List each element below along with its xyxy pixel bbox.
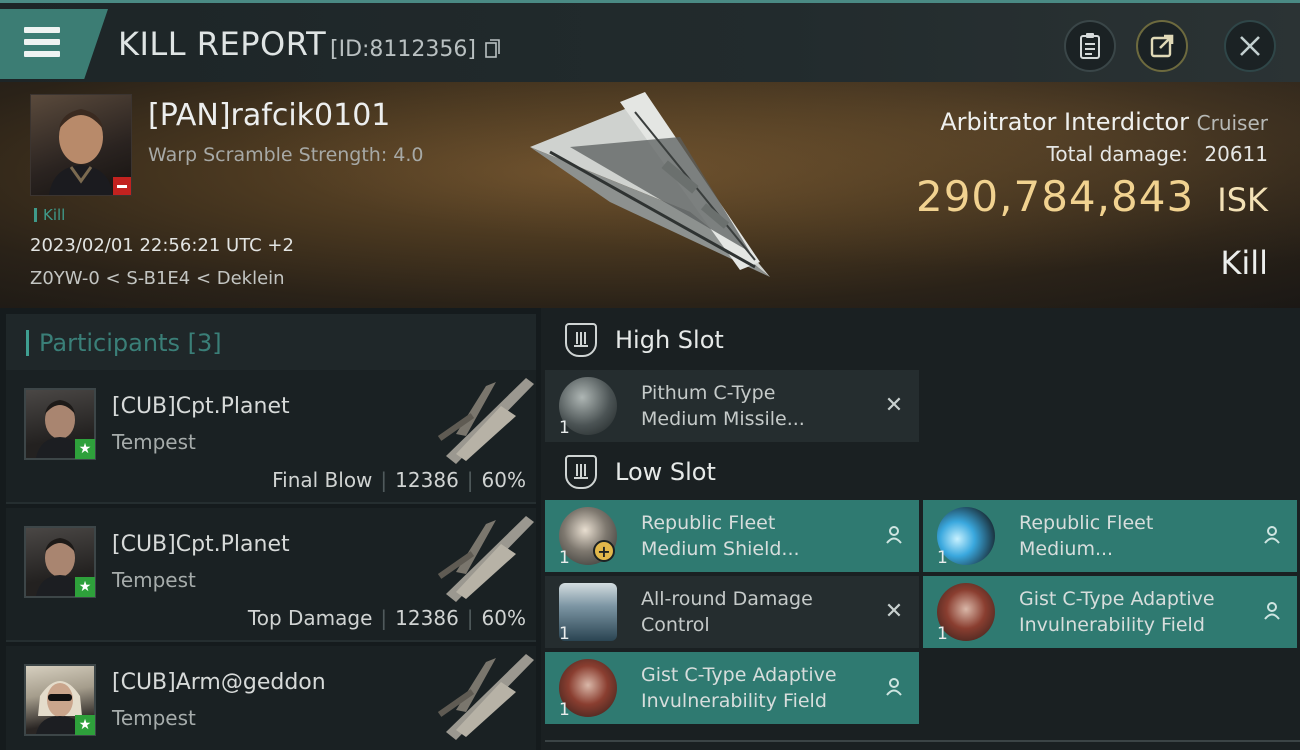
participants-header: Participants [3] (6, 314, 536, 372)
share-button[interactable] (1136, 20, 1188, 72)
top-bar: KILL REPORT [ID:8112356] (0, 0, 1300, 82)
participant-role: Final Blow (272, 468, 373, 492)
low-slot-icon (565, 455, 597, 489)
participant-ship-image (437, 654, 534, 740)
participants-panel: Participants [3] ★ [CUB]Cpt.Planet Tempe… (0, 308, 541, 750)
dropped-person-icon (883, 676, 905, 698)
kill-result-label: Kill (1220, 244, 1268, 282)
total-damage: Total damage: 20611 (1047, 142, 1268, 166)
module-item[interactable]: + 1 Republic Fleet Medium Shield... (545, 500, 919, 572)
dropped-person-icon (1261, 524, 1283, 546)
participant-damage: 12386 (395, 468, 459, 492)
kill-tag: Kill (34, 206, 65, 224)
participant-name[interactable]: [CUB]Cpt.Planet (112, 394, 290, 419)
participant-name[interactable]: [CUB]Arm@geddon (112, 670, 326, 695)
hamburger-icon (24, 27, 60, 57)
mid-slot-header-partial (545, 740, 1300, 750)
high-slot-header: High Slot (545, 310, 1300, 370)
low-slot-header: Low Slot (545, 442, 1300, 502)
participant-name[interactable]: [CUB]Cpt.Planet (112, 532, 290, 557)
victim-status-badge (113, 177, 131, 195)
star-icon: ★ (75, 715, 95, 735)
participant-row[interactable]: ★ [CUB]Cpt.Planet Tempest Final Blow | 123… (6, 370, 536, 504)
participant-row[interactable]: ★ [CUB]Cpt.Planet Tempest Top Damage | 123… (6, 508, 536, 642)
participant-damage: 12386 (395, 606, 459, 630)
fitting-panel: High Slot 1 Pithum C-Type Medium Missile… (541, 308, 1300, 750)
module-quantity: 1 (937, 624, 948, 644)
module-quantity: 1 (559, 624, 570, 644)
module-name: Gist C-Type Adaptive Invulnerability Fie… (1019, 588, 1215, 636)
participant-ship: Tempest (112, 706, 196, 730)
participant-row[interactable]: ★ [CUB]Arm@geddon Tempest (6, 646, 536, 750)
module-quantity: 1 (937, 548, 948, 568)
victim-ship[interactable]: Arbitrator Interdictor Cruiser (940, 108, 1268, 136)
module-item[interactable]: 1 All-round Damage Control ✕ (545, 576, 919, 648)
ship-class: Cruiser (1196, 111, 1268, 135)
menu-button[interactable] (0, 9, 108, 79)
participant-ship-image (437, 378, 534, 464)
participant-avatar[interactable]: ★ (24, 526, 96, 598)
report-id: [ID:8112356] (330, 37, 476, 62)
share-icon (1150, 34, 1174, 58)
participant-stats: Top Damage | 12386 | 60% (247, 606, 526, 630)
participant-avatar[interactable]: ★ (24, 388, 96, 460)
module-item[interactable]: 1 Pithum C-Type Medium Missile... ✕ (545, 370, 919, 442)
participant-ship: Tempest (112, 430, 196, 454)
destroyed-icon: ✕ (884, 598, 904, 624)
participant-percent: 60% (481, 468, 526, 492)
module-quantity: 1 (559, 700, 570, 720)
module-item[interactable]: 1 Gist C-Type Adaptive Invulnerability F… (545, 652, 919, 724)
total-damage-label: Total damage: (1046, 142, 1189, 166)
clipboard-icon (1080, 33, 1100, 59)
module-name: Gist C-Type Adaptive Invulnerability Fie… (641, 664, 837, 712)
victim-avatar[interactable] (30, 94, 132, 196)
low-slot-title: Low Slot (615, 458, 716, 486)
copy-icon[interactable] (485, 39, 501, 59)
module-item[interactable]: 1 Gist C-Type Adaptive Invulnerability F… (923, 576, 1297, 648)
participant-avatar[interactable]: ★ (24, 664, 96, 736)
module-name: Pithum C-Type Medium Missile... (641, 382, 805, 430)
destroyed-icon: ✕ (884, 392, 904, 418)
clipboard-button[interactable] (1064, 20, 1116, 72)
kill-location[interactable]: Z0YW-0 < S-B1E4 < Deklein (30, 268, 285, 289)
star-icon: ★ (75, 577, 95, 597)
high-slot-icon (565, 323, 597, 357)
participants-title: Participants [3] (39, 329, 222, 357)
dropped-person-icon (1261, 600, 1283, 622)
participant-role: Top Damage (247, 606, 373, 630)
ship-name: Arbitrator Interdictor (940, 108, 1189, 136)
total-damage-value: 20611 (1204, 142, 1268, 166)
isk-unit: ISK (1217, 181, 1268, 219)
victim-banner: [PAN]rafcik0101 Warp Scramble Strength: … (0, 82, 1300, 308)
module-quantity: 1 (559, 548, 570, 568)
module-item[interactable]: 1 Republic Fleet Medium... (923, 500, 1297, 572)
module-name: Republic Fleet Medium... (1019, 512, 1154, 560)
participant-percent: 60% (481, 606, 526, 630)
close-icon (1240, 36, 1260, 56)
isk-value-line: 290,784,843 ISK (916, 172, 1268, 221)
high-slot-title: High Slot (615, 326, 724, 354)
page-title: KILL REPORT (118, 25, 327, 63)
star-icon: ★ (75, 439, 95, 459)
isk-value: 290,784,843 (915, 172, 1195, 221)
warp-scramble-text: Warp Scramble Strength: 4.0 (148, 144, 424, 166)
module-name: All-round Damage Control (641, 588, 813, 636)
kill-timestamp: 2023/02/01 22:56:21 UTC +2 (30, 235, 294, 256)
plus-icon: + (593, 540, 615, 562)
participant-ship: Tempest (112, 568, 196, 592)
participant-ship-image (437, 516, 534, 602)
close-button[interactable] (1224, 20, 1276, 72)
module-name: Republic Fleet Medium Shield... (641, 512, 800, 560)
dropped-person-icon (883, 524, 905, 546)
module-quantity: 1 (559, 418, 570, 438)
victim-pilot-name[interactable]: [PAN]rafcik0101 (148, 98, 390, 133)
participant-stats: Final Blow | 12386 | 60% (272, 468, 526, 492)
victim-ship-image (530, 92, 770, 277)
